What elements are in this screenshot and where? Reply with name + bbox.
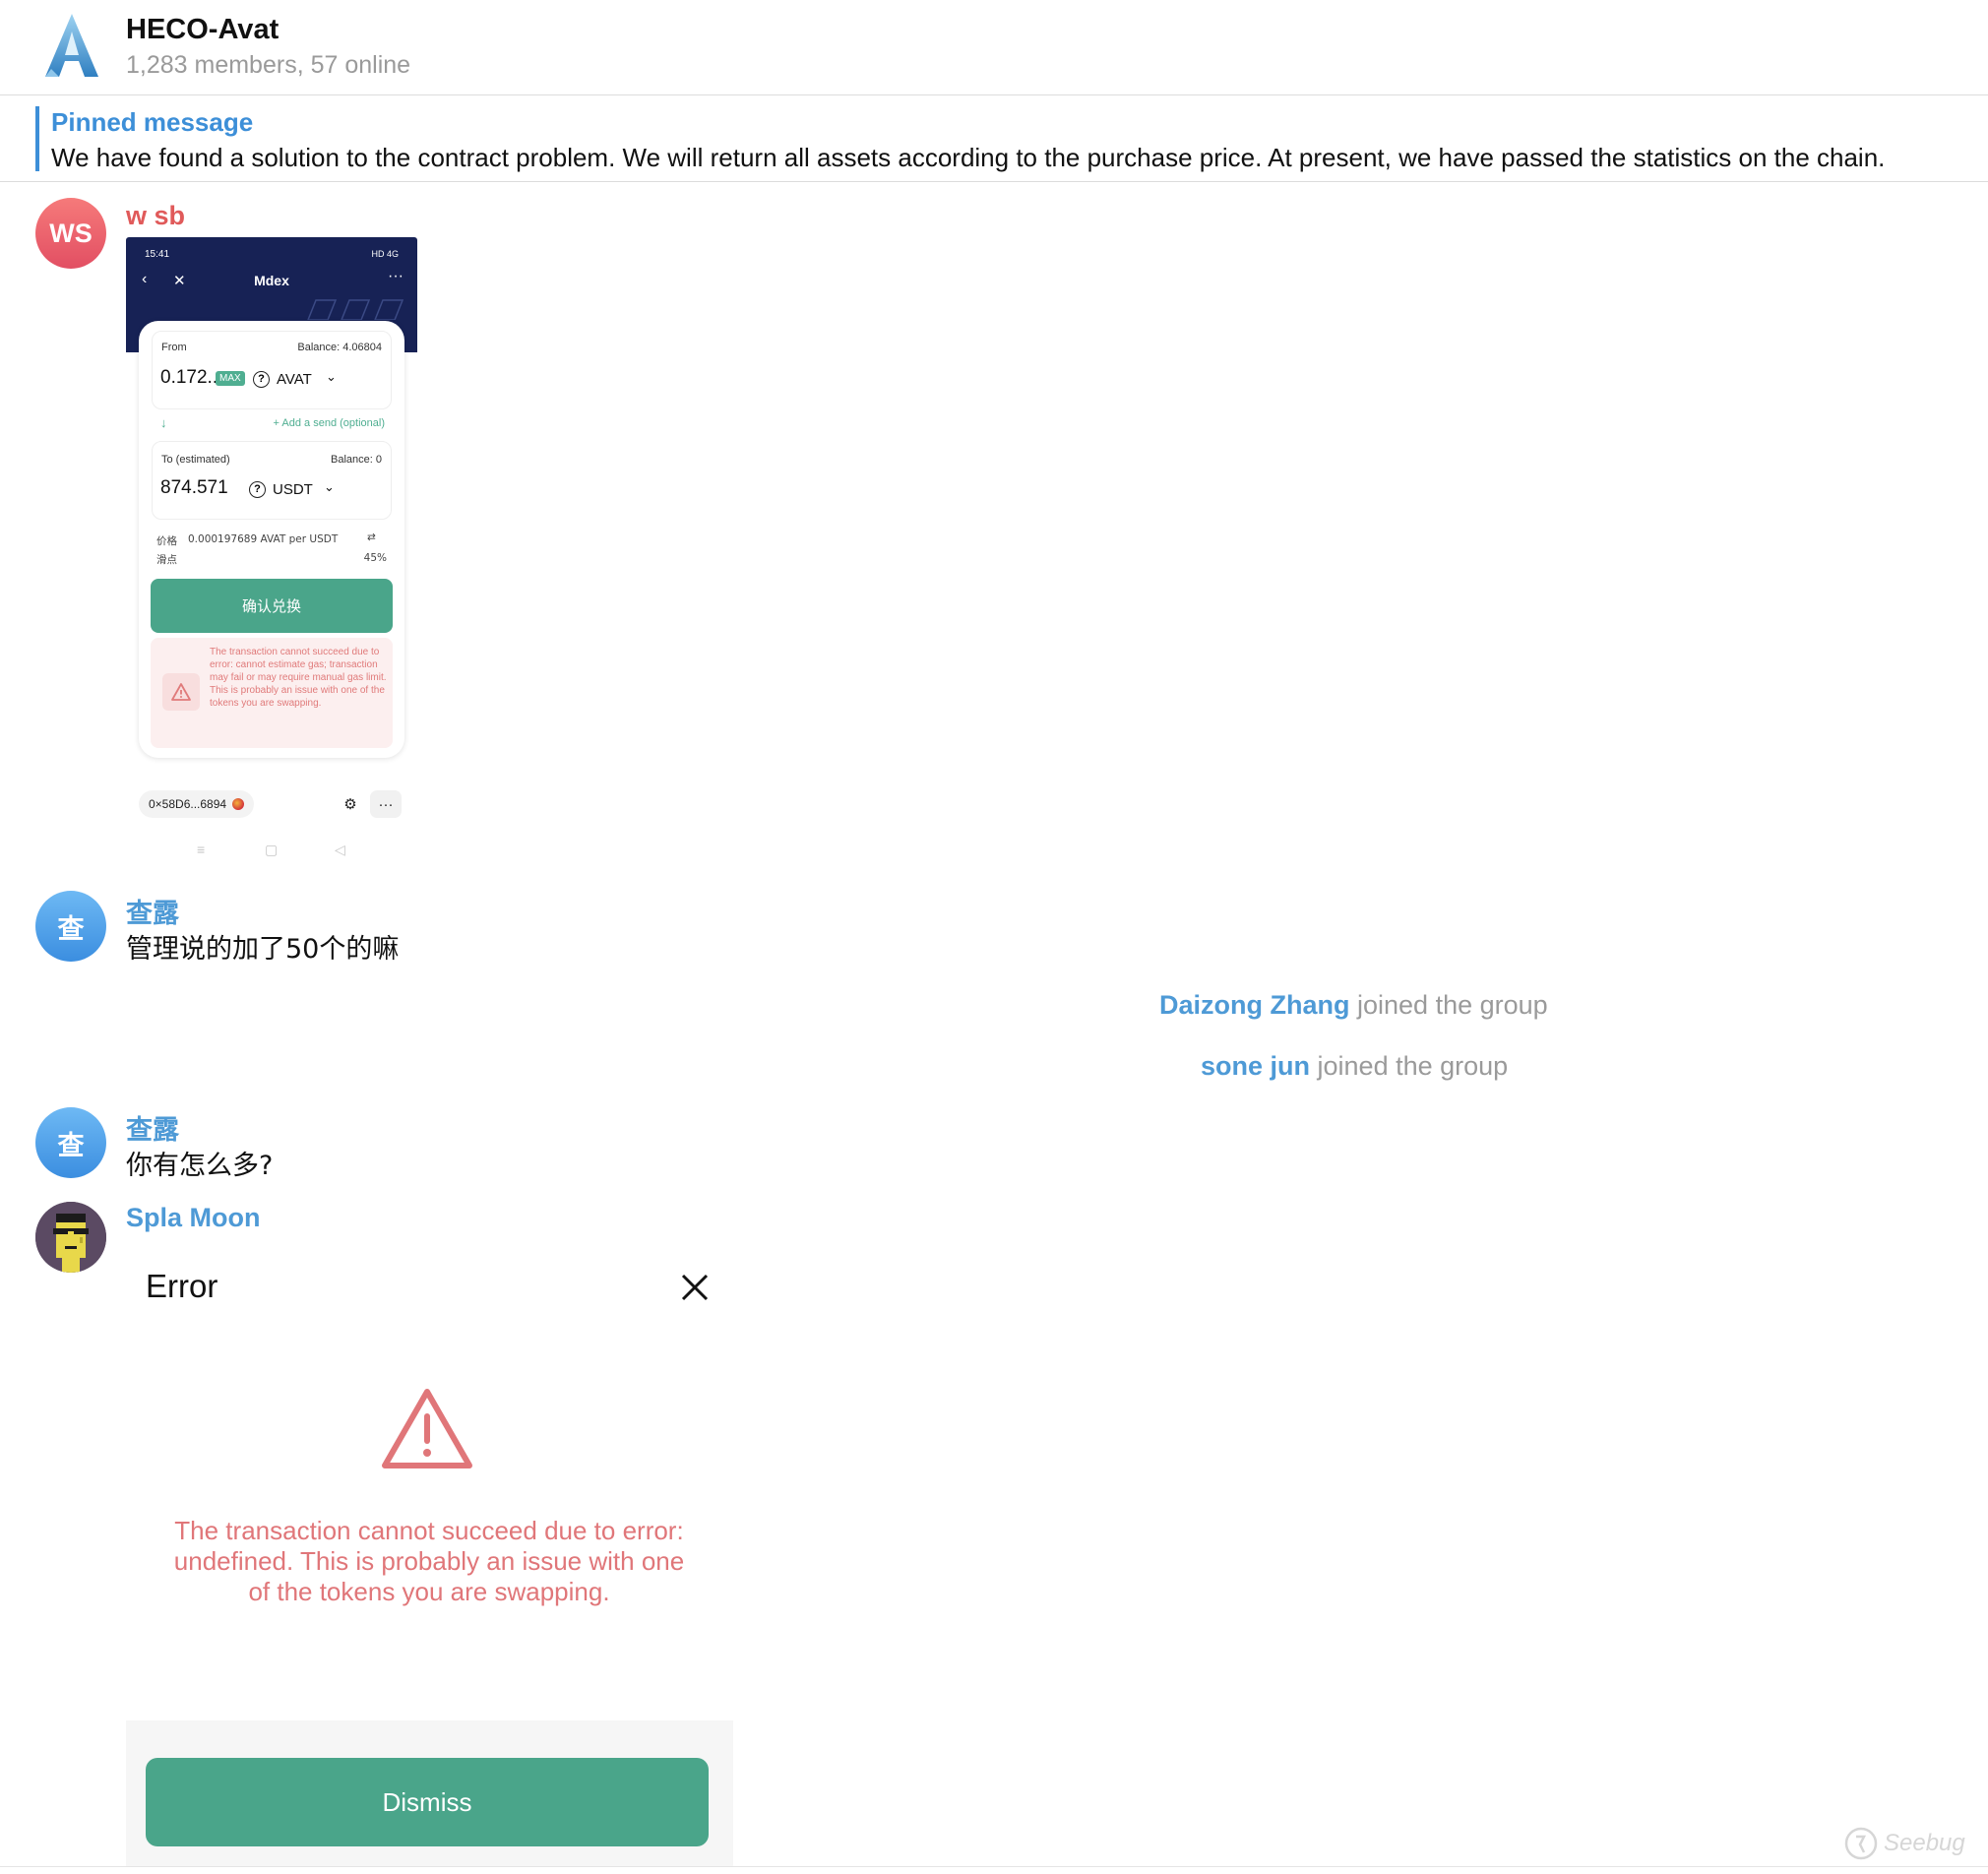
seebug-logo-icon [1844,1827,1878,1860]
warning-icon [162,673,200,711]
chevron-down-icon: ⌄ [324,479,335,494]
swap-card: From Balance: 4.06804 0.172... MAX ? AVA… [139,321,404,758]
more-icon: ··· [370,790,402,818]
phone-title: Mdex [254,273,289,288]
token-icon: ? [253,371,270,388]
divider [0,1866,1988,1867]
member-count: 1,283 members, 57 online [126,51,411,79]
wallet-avatar-icon [232,798,245,810]
confirm-swap-button: 确认兑换 [151,579,393,633]
max-button: MAX [216,371,245,386]
token-icon: ? [249,481,266,498]
from-field: From Balance: 4.06804 0.172... MAX ? AVA… [152,331,392,409]
warning-triangle-icon [382,1389,472,1468]
to-token: USDT [273,481,313,498]
error-title: Error [146,1268,218,1304]
pinned-text: We have found a solution to the contract… [51,143,1886,172]
member-link[interactable]: Daizong Zhang [1159,990,1349,1020]
pinned-title: Pinned message [51,107,254,137]
error-box: The transaction cannot succeed due to er… [151,638,393,748]
to-amount: 874.571 [160,477,228,498]
avatar[interactable]: 查 [35,1107,106,1178]
slippage-value: 45% [363,552,387,564]
error-text: The transaction cannot succeed due to er… [210,647,387,709]
menu-icon: ≡ [197,842,206,857]
avatar[interactable] [35,1202,106,1273]
sender-name[interactable]: 查露 [126,892,179,930]
price-value: 0.000197689 AVAT per USDT [188,533,339,545]
to-balance: Balance: 0 [331,454,382,466]
price-label: 价格 [156,535,177,547]
pinned-message[interactable]: Pinned message We have found a solution … [0,96,1988,182]
avatar[interactable]: WS [35,198,106,269]
gear-icon: ⚙ [343,796,357,813]
from-amount: 0.172... [160,367,223,388]
add-send-link: + Add a send (optional) [273,417,385,429]
chat-header[interactable]: HECO-Avat 1,283 members, 57 online [0,0,1988,95]
message-image-phone-screenshot[interactable]: 15:41 HD 4G ‹ ✕ Mdex ··· From Balance: 4… [126,237,417,867]
error-footer: Dismiss [126,1720,733,1866]
system-join-message: sone jun joined the group [1201,1051,1508,1082]
sender-name[interactable]: w sb [126,201,185,231]
from-label: From [161,342,187,353]
avatar[interactable]: 查 [35,891,106,962]
to-label: To (estimated) [161,454,230,466]
header-decoration [307,299,404,320]
chevron-down-icon: ⌄ [326,369,337,384]
back-triangle-icon: ◁ [335,842,345,857]
group-title: HECO-Avat [126,14,280,45]
swap-direction-icon: ⇄ [367,531,376,543]
message-image-error-dialog[interactable]: Error The transaction cannot succeed due… [126,1252,733,1866]
sender-name[interactable]: 查露 [126,1108,179,1147]
wallet-address-text: 0×58D6...6894 [149,797,227,811]
message-text: 你有怎么多? [126,1151,274,1181]
member-link[interactable]: sone jun [1201,1051,1310,1081]
system-join-message: Daizong Zhang joined the group [1159,990,1548,1021]
group-logo-icon[interactable] [39,12,104,81]
dismiss-button: Dismiss [146,1758,709,1846]
slippage-label: 滑点 [156,554,177,566]
system-action: joined the group [1357,990,1548,1020]
phone-time: 15:41 [145,249,170,260]
sender-name[interactable]: Spla Moon [126,1203,261,1233]
phone-status-icons: HD 4G [371,249,399,259]
to-field: To (estimated) Balance: 0 874.571 ? USDT… [152,441,392,520]
close-icon [681,1274,709,1301]
message-text: 管理说的加了50个的嘛 [126,934,400,965]
more-icon: ··· [388,268,404,284]
pinned-accent-bar [35,106,39,171]
from-balance: Balance: 4.06804 [297,342,382,353]
watermark-text: Seebug [1884,1830,1965,1856]
home-icon: ▢ [265,842,279,857]
from-token: AVAT [277,371,312,388]
watermark: Seebug [1844,1827,1965,1860]
arrow-down-icon: ↓ [160,415,167,430]
system-action: joined the group [1317,1051,1509,1081]
wallet-address: 0×58D6...6894 [139,790,255,818]
error-message: The transaction cannot succeed due to er… [173,1516,685,1606]
pixel-avatar-icon [35,1202,106,1273]
